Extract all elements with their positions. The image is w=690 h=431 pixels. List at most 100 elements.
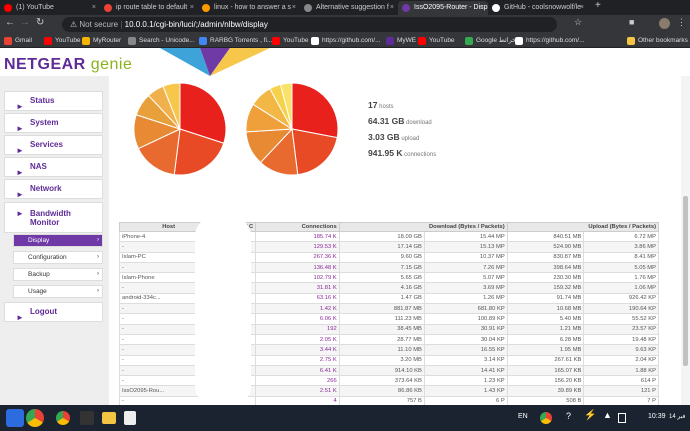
browser-tab[interactable]: Alternative suggestion f × [300, 1, 398, 15]
table-cell: 830.87 MB [506, 251, 585, 263]
bookmark-item[interactable]: YouTube [272, 34, 309, 48]
address-bar[interactable]: ⚠ Not secure | 10.0.0.1/cgi-bin/luci/;/a… [62, 17, 557, 32]
browser-tab[interactable]: linux - how to answer a s × [198, 1, 300, 15]
stat-upload: 3.03 GB upload [368, 132, 419, 142]
browser-tab[interactable]: (1) YouTube × [0, 1, 100, 15]
language-indicator[interactable]: EN [518, 413, 528, 420]
start-icon[interactable] [6, 409, 24, 427]
bookmark-item[interactable]: Search - Unicode... [128, 34, 195, 48]
bookmark-favicon-icon [272, 37, 280, 45]
table-cell: 63.16 K [255, 292, 340, 305]
close-icon[interactable]: × [480, 1, 484, 15]
bookmark-item[interactable]: MyRouter [82, 34, 121, 48]
subnav-label: Usage [28, 288, 47, 295]
close-icon[interactable]: × [190, 1, 194, 15]
other-bookmarks[interactable]: Other bookmarks [627, 34, 688, 48]
clock-date[interactable]: 14 فبر [669, 413, 685, 420]
table-cell: 19.48 KP [583, 333, 659, 346]
pie-slice[interactable] [291, 128, 338, 176]
back-icon[interactable]: ← [5, 17, 15, 28]
bookmark-item[interactable]: Google خرائط [465, 34, 516, 48]
browser-tab[interactable]: ip route table to default × [100, 1, 198, 15]
table-cell: 267.36 K [255, 251, 340, 263]
avatar[interactable] [659, 18, 670, 29]
table-cell: 11.10 MB [338, 344, 425, 356]
browser-toolbar: ← → ↻ ⚠ Not secure | 10.0.0.1/cgi-bin/lu… [0, 15, 690, 34]
table-cell: 7 P [583, 395, 659, 405]
pie-slice[interactable] [291, 82, 339, 139]
chrome-icon[interactable] [26, 409, 44, 427]
subnav-item-configuration[interactable]: Configuration › [13, 251, 103, 264]
subnav-item-display[interactable]: Display › [13, 234, 103, 247]
chrome-app-icon[interactable] [56, 411, 70, 425]
menu-icon[interactable]: ⋮ [677, 17, 686, 28]
table-cell: 159.32 MB [506, 282, 585, 294]
subnav-label: Configuration [28, 254, 67, 261]
close-icon[interactable]: × [580, 1, 584, 15]
bookmark-item[interactable]: https://github.com/... [515, 34, 585, 48]
scrollbar-thumb[interactable] [683, 196, 688, 366]
column-header[interactable]: Connections [255, 222, 340, 232]
table-cell: 6.28 MB [506, 333, 585, 346]
browser-tab[interactable]: IssO2095-Router - Displa × [398, 1, 488, 15]
bookmark-item[interactable]: YouTube [418, 34, 455, 48]
sidebar-item-network[interactable]: ► Network [4, 179, 103, 199]
sidebar-item-system[interactable]: ► System [4, 113, 103, 133]
subnav-item-usage[interactable]: Usage › [13, 285, 103, 298]
table-cell: 1.26 MP [423, 292, 508, 305]
terminal-icon[interactable] [80, 411, 94, 425]
bookmark-favicon-icon [515, 37, 523, 45]
column-header[interactable]: Download (Bytes / Packets) [338, 222, 508, 232]
extensions-icon[interactable]: ■ [629, 17, 634, 27]
table-cell: 2.51 K [255, 385, 340, 397]
sidebar-item-logout[interactable]: ► Logout [4, 302, 103, 322]
close-icon[interactable]: × [292, 1, 296, 15]
table-cell: 165.07 KB [506, 364, 585, 377]
table-cell: 2.75 K [255, 354, 340, 366]
bookmark-item[interactable]: RARBG Torrents , fi... [199, 34, 272, 48]
help-icon[interactable]: ? [566, 411, 571, 421]
files-icon[interactable] [102, 412, 116, 424]
sidebar-item-nas[interactable]: ► NAS [4, 157, 103, 177]
tray-chrome-icon[interactable] [540, 412, 552, 424]
close-icon[interactable]: × [92, 1, 96, 15]
battery-icon[interactable] [618, 413, 626, 423]
wifi-icon[interactable]: ▲ [603, 410, 612, 420]
stat-value: 64.31 GB [368, 116, 405, 126]
reload-icon[interactable]: ↻ [36, 17, 44, 28]
netgear-logo: NETGEAR genie [4, 56, 132, 74]
browser-tab[interactable]: GitHub - coolsnowwolf/le × [488, 1, 588, 15]
bookmark-favicon-icon [386, 37, 394, 45]
bookmark-item[interactable]: https://github.com/... [311, 34, 381, 48]
subnav-label: Display [28, 237, 50, 244]
new-tab-icon[interactable]: + [595, 0, 601, 11]
bookmark-item[interactable]: YouTube [44, 34, 81, 48]
sidebar-item-bandwidth-monitor[interactable]: ► Bandwidth Monitor [4, 202, 103, 233]
table-cell: 2.04 KP [583, 354, 659, 366]
column-header[interactable]: Upload (Bytes / Packets) [506, 222, 660, 232]
forward-icon[interactable]: → [20, 17, 30, 28]
table-cell: 28.77 MB [338, 333, 425, 346]
table-cell: 192 [255, 323, 340, 335]
notification-icon[interactable]: ⚡ [584, 410, 596, 421]
scrollbar[interactable] [681, 76, 690, 405]
bookmark-label: Google خرائط [476, 37, 517, 44]
table-cell: 5.05 MP [583, 261, 659, 274]
clock-time[interactable]: 10:39 [648, 413, 666, 420]
bookmark-item[interactable]: Gmail [4, 34, 32, 48]
sidebar-item-label: Status [30, 96, 55, 105]
chevron-right-icon: › [97, 288, 99, 294]
bookmark-favicon-icon [311, 37, 319, 45]
sidebar-item-label: NAS [30, 162, 47, 171]
sidebar-item-status[interactable]: ► Status [4, 91, 103, 111]
subnav-item-backup[interactable]: Backup › [13, 268, 103, 281]
table-cell: 5.07 MP [423, 272, 508, 284]
table-cell: 1.76 MP [583, 272, 659, 284]
bookmark-item[interactable]: MyWE [386, 34, 416, 48]
star-icon[interactable]: ☆ [574, 17, 582, 28]
sidebar-item-services[interactable]: ► Services [4, 135, 103, 155]
editor-icon[interactable] [124, 411, 136, 425]
table-cell: 1.42 K [255, 303, 340, 315]
chevron-right-icon: › [97, 254, 99, 260]
close-icon[interactable]: × [390, 1, 394, 15]
